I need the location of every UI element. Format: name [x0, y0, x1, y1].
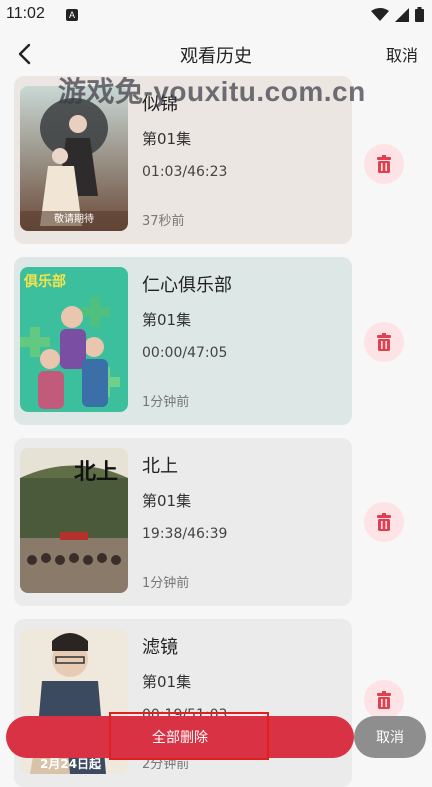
delete-item-button[interactable] — [364, 502, 404, 542]
item-title: 滤镜 — [142, 637, 178, 658]
history-item[interactable]: 北上 北上 第01集 19:38/46:39 1分钟前 — [14, 438, 352, 606]
page-title: 观看历史 — [180, 46, 252, 67]
trash-icon — [377, 513, 391, 531]
history-item[interactable]: 俱乐部 仁心俱乐部 第01集 00:00/47:05 1分钟前 — [14, 257, 352, 425]
poster-caption: 北上 — [74, 460, 119, 485]
poster-caption: 敬请期待 — [54, 214, 94, 225]
item-title: 仁心俱乐部 — [142, 275, 232, 296]
poster-thumbnail: 俱乐部 — [20, 267, 128, 412]
bottom-action-bar: 全部删除 取消 — [0, 706, 432, 769]
item-progress: 01:03/46:23 — [142, 164, 228, 180]
item-episode: 第01集 — [142, 130, 192, 148]
signal-icon — [395, 7, 409, 22]
notification-app-icon: A — [66, 9, 78, 21]
cancel-edit-button[interactable]: 取消 — [386, 42, 418, 66]
item-progress: 00:00/47:05 — [142, 345, 228, 361]
watermark: 游戏兔-youxitu.com.cn — [58, 76, 366, 107]
battery-icon — [415, 7, 424, 22]
status-icons — [371, 7, 424, 22]
delete-all-button[interactable]: 全部删除 — [6, 716, 354, 758]
item-time-ago: 1分钟前 — [142, 576, 190, 591]
trash-icon — [377, 155, 391, 173]
cancel-button[interactable]: 取消 — [354, 716, 426, 758]
item-progress: 19:38/46:39 — [142, 526, 228, 542]
item-time-ago: 1分钟前 — [142, 395, 190, 410]
delete-item-button[interactable] — [364, 322, 404, 362]
status-time: 11:02 — [6, 5, 45, 22]
item-episode: 第01集 — [142, 673, 192, 691]
item-episode: 第01集 — [142, 311, 192, 329]
trash-icon — [377, 333, 391, 351]
wifi-icon — [371, 7, 389, 21]
status-bar: 11:02 A — [0, 0, 432, 30]
item-time-ago: 37秒前 — [142, 214, 185, 229]
poster-caption: 俱乐部 — [24, 274, 66, 290]
item-title: 北上 — [142, 456, 178, 477]
item-episode: 第01集 — [142, 492, 192, 510]
delete-item-button[interactable] — [364, 144, 404, 184]
poster-thumbnail: 北上 — [20, 448, 128, 593]
